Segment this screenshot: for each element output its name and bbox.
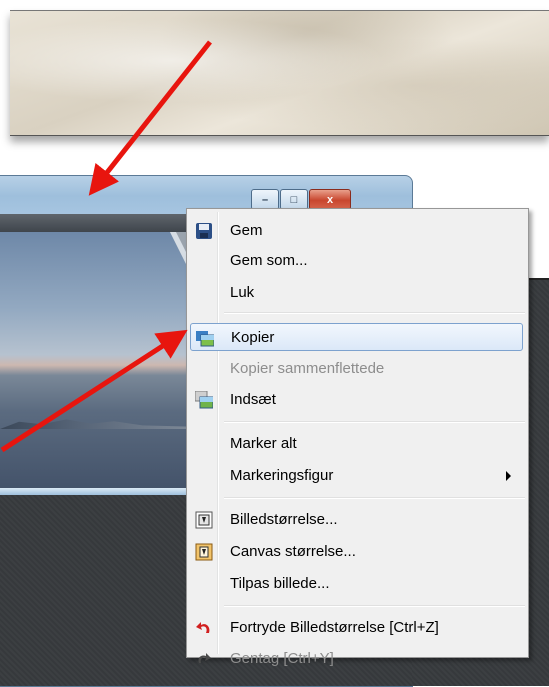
annotation-arrow-top <box>88 40 212 196</box>
annotation-arrows <box>0 40 212 453</box>
annotation-arrow-bottom <box>0 329 188 453</box>
